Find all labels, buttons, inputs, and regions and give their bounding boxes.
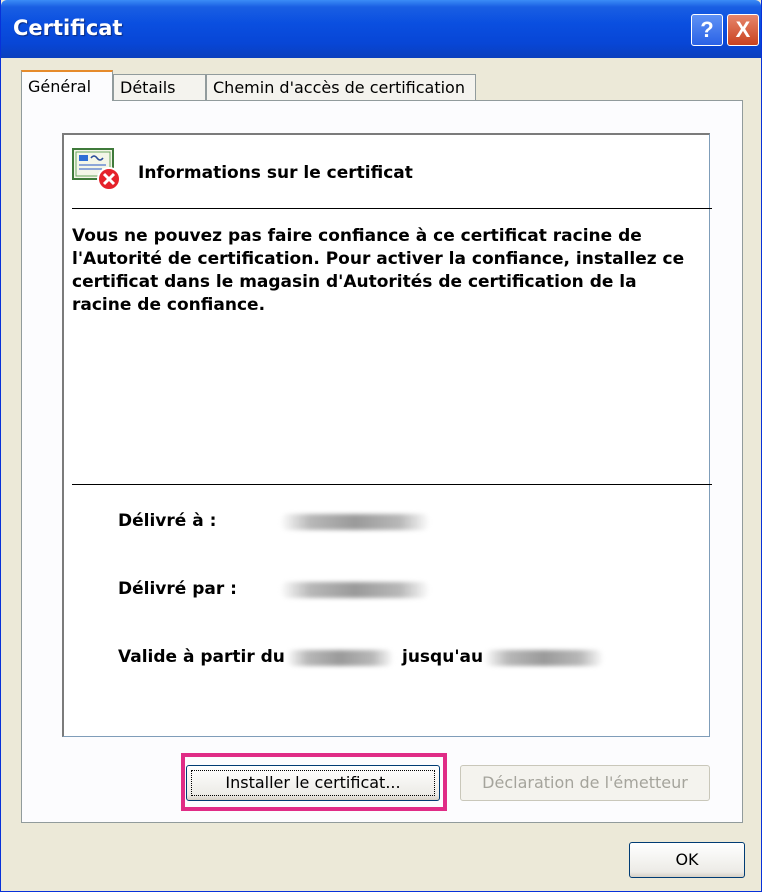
- issuer-statement-button[interactable]: Déclaration de l'émetteur: [460, 765, 710, 801]
- trust-warning-text: Vous ne pouvez pas faire confiance à ce …: [72, 226, 685, 315]
- certificate-error-icon: [72, 148, 121, 191]
- title-bar[interactable]: Certificat ? X: [1, 0, 761, 58]
- valid-to-value-redacted: [484, 650, 604, 666]
- divider: [72, 208, 712, 209]
- help-button[interactable]: ?: [691, 14, 723, 46]
- valid-from-value-redacted: [286, 650, 394, 666]
- close-icon: X: [735, 17, 751, 42]
- tab-certification-path-label: Chemin d'accès de certification: [213, 78, 465, 97]
- tab-details[interactable]: Détails: [113, 74, 206, 100]
- issuer-statement-label: Déclaration de l'émetteur: [482, 773, 688, 792]
- divider: [72, 484, 712, 485]
- valid-from-label: Valide à partir du: [118, 647, 285, 667]
- certificate-info-heading: Informations sur le certificat: [138, 163, 413, 183]
- help-icon: ?: [700, 17, 714, 42]
- tab-general-label: Général: [28, 77, 92, 96]
- issued-by-label: Délivré par :: [118, 579, 237, 599]
- ok-label: OK: [675, 850, 699, 869]
- ok-button[interactable]: OK: [629, 842, 745, 878]
- install-certificate-button[interactable]: Installer le certificat...: [186, 765, 440, 801]
- tab-panel-general: Informations sur le certificat Vous ne p…: [21, 100, 743, 823]
- certificate-dialog: Certificat ? X Général Détails Chemin d'…: [0, 0, 762, 892]
- install-certificate-label: Installer le certificat...: [225, 773, 401, 792]
- issued-to-label: Délivré à :: [118, 511, 217, 531]
- tab-general[interactable]: Général: [21, 70, 113, 101]
- issued-to-value-redacted: [280, 514, 430, 530]
- tab-details-label: Détails: [120, 78, 176, 97]
- valid-to-label: jusqu'au: [402, 647, 484, 667]
- tab-certification-path[interactable]: Chemin d'accès de certification: [206, 74, 476, 100]
- issued-by-value-redacted: [280, 582, 430, 598]
- window-title: Certificat: [13, 16, 123, 40]
- certificate-info-box: Informations sur le certificat Vous ne p…: [62, 133, 712, 737]
- close-button[interactable]: X: [727, 14, 759, 46]
